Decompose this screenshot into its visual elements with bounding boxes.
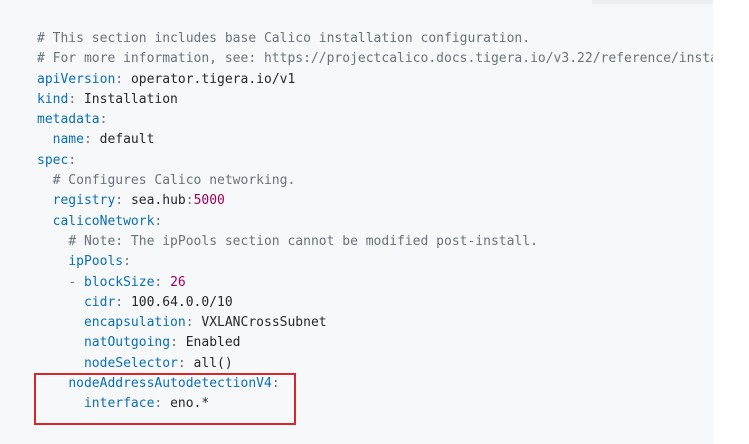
- code-line: calicoNetwork:: [37, 212, 713, 232]
- yaml-code: # This section includes base Calico inst…: [37, 29, 713, 415]
- code-comment: # Configures Calico networking.: [52, 173, 296, 189]
- key-colon: :: [115, 294, 124, 310]
- key-colon: :: [185, 315, 194, 331]
- code-line: apiVersion: operator.tigera.io/v1: [37, 70, 713, 90]
- key-colon: :: [68, 152, 77, 168]
- key-colon: :: [68, 91, 77, 107]
- yaml-key: kind: [37, 91, 69, 107]
- yaml-key: ipPools: [68, 254, 124, 270]
- highlight-annotation-box: [34, 373, 296, 425]
- yaml-key: blockSize: [83, 274, 155, 290]
- yaml-value: all(): [193, 355, 233, 371]
- yaml-key: nodeSelector: [83, 355, 178, 371]
- code-line: kind: Installation: [37, 90, 713, 110]
- yaml-key: spec: [37, 152, 69, 168]
- code-line: name: default: [37, 130, 713, 150]
- code-toolbar-tab[interactable]: [592, 0, 713, 4]
- yaml-value: Enabled: [185, 335, 241, 351]
- code-line: spec:: [37, 151, 713, 171]
- code-line: nodeSelector: all(): [37, 354, 713, 374]
- yaml-key: apiVersion: [37, 71, 116, 87]
- code-comment: # Note: The ipPools section cannot be mo…: [68, 233, 538, 249]
- code-line: registry: sea.hub:5000: [37, 191, 713, 211]
- key-colon: :: [177, 355, 186, 371]
- code-line: encapsulation: VXLANCrossSubnet: [37, 313, 713, 333]
- key-colon: :: [83, 132, 92, 148]
- yaml-value: default: [99, 132, 155, 148]
- yaml-key: name: [52, 132, 84, 148]
- code-line: metadata:: [37, 110, 713, 130]
- code-block: # This section includes base Calico inst…: [0, 0, 713, 444]
- yaml-value: Installation: [83, 91, 178, 107]
- code-comment: # For more information, see: https://pro…: [37, 51, 713, 67]
- code-line: # Configures Calico networking.: [37, 171, 713, 191]
- code-comment: # This section includes base Calico inst…: [37, 31, 531, 46]
- yaml-key: encapsulation: [83, 315, 186, 331]
- yaml-key: natOutgoing: [83, 335, 171, 351]
- yaml-key: cidr: [83, 294, 116, 310]
- yaml-value: 100.64.0.0/10: [130, 294, 233, 310]
- yaml-key: metadata: [37, 112, 100, 128]
- key-colon: :: [123, 254, 131, 270]
- yaml-key: calicoNetwork: [52, 213, 155, 229]
- yaml-key: registry: [52, 193, 116, 209]
- code-line: # This section includes base Calico inst…: [37, 29, 713, 49]
- list-dash: -: [68, 274, 84, 290]
- page-margin: [713, 0, 749, 444]
- code-line: - blockSize: 26: [37, 273, 713, 293]
- key-colon: :: [115, 193, 124, 209]
- key-colon: :: [154, 213, 163, 229]
- yaml-number: 5000: [193, 193, 225, 209]
- yaml-value: VXLANCrossSubnet: [201, 315, 327, 331]
- code-line: natOutgoing: Enabled: [37, 333, 713, 353]
- yaml-value: operator.tigera.io/v1: [130, 71, 296, 87]
- page: # This section includes base Calico inst…: [0, 0, 749, 444]
- yaml-value: sea.hub: [130, 193, 186, 209]
- code-line: # For more information, see: https://pro…: [37, 49, 713, 69]
- yaml-number: 26: [170, 274, 186, 290]
- key-colon: :: [99, 112, 108, 128]
- code-line: cidr: 100.64.0.0/10: [37, 293, 713, 313]
- key-colon: :: [115, 71, 124, 87]
- value-separator: :: [185, 193, 194, 209]
- key-colon: :: [170, 335, 178, 351]
- code-line: # Note: The ipPools section cannot be mo…: [37, 232, 713, 252]
- code-line: ipPools:: [37, 252, 713, 272]
